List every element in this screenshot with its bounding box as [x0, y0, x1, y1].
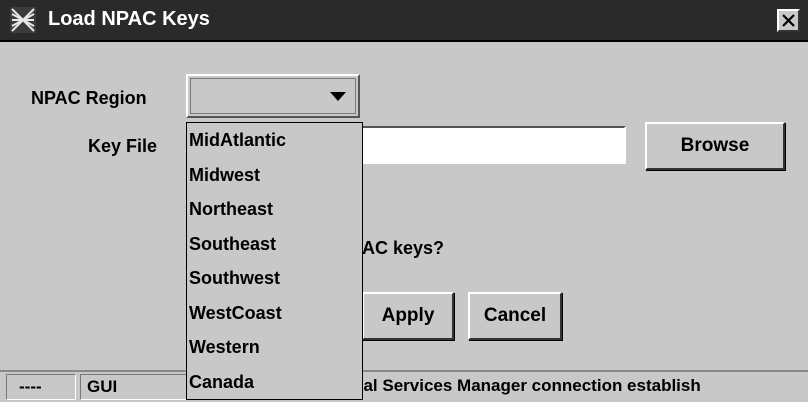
npac-region-select[interactable] — [186, 74, 360, 118]
dropdown-option-western[interactable]: Western — [187, 330, 362, 365]
dropdown-option-midatlantic[interactable]: MidAtlantic — [187, 123, 362, 158]
dropdown-option-southwest[interactable]: Southwest — [187, 261, 362, 296]
key-file-label: Key File — [88, 136, 158, 156]
dropdown-option-canada[interactable]: Canada — [187, 365, 362, 400]
load-keys-question: AC keys? — [362, 238, 445, 258]
close-icon — [782, 14, 795, 27]
title-bar[interactable]: Load NPAC Keys — [0, 0, 808, 42]
apply-button[interactable]: Apply — [362, 292, 454, 340]
status-indicator: ---- — [6, 374, 76, 400]
browse-button[interactable]: Browse — [645, 122, 785, 170]
npac-region-label: NPAC Region — [31, 88, 147, 108]
window-title: Load NPAC Keys — [48, 8, 210, 30]
close-button[interactable] — [777, 9, 800, 32]
chevron-down-icon[interactable] — [330, 92, 346, 102]
app-window-icon — [10, 7, 36, 33]
dropdown-option-westcoast[interactable]: WestCoast — [187, 296, 362, 331]
status-module: GUI — [80, 374, 190, 400]
key-file-input[interactable] — [360, 126, 626, 164]
status-bar: ---- GUI cal Services Manager connection… — [0, 370, 808, 402]
cancel-button[interactable]: Cancel — [468, 292, 562, 340]
dropdown-option-southeast[interactable]: Southeast — [187, 227, 362, 262]
dropdown-option-northeast[interactable]: Northeast — [187, 192, 362, 227]
npac-region-dropdown-list[interactable]: MidAtlantic Midwest Northeast Southeast … — [186, 122, 363, 400]
dropdown-option-midwest[interactable]: Midwest — [187, 158, 362, 193]
